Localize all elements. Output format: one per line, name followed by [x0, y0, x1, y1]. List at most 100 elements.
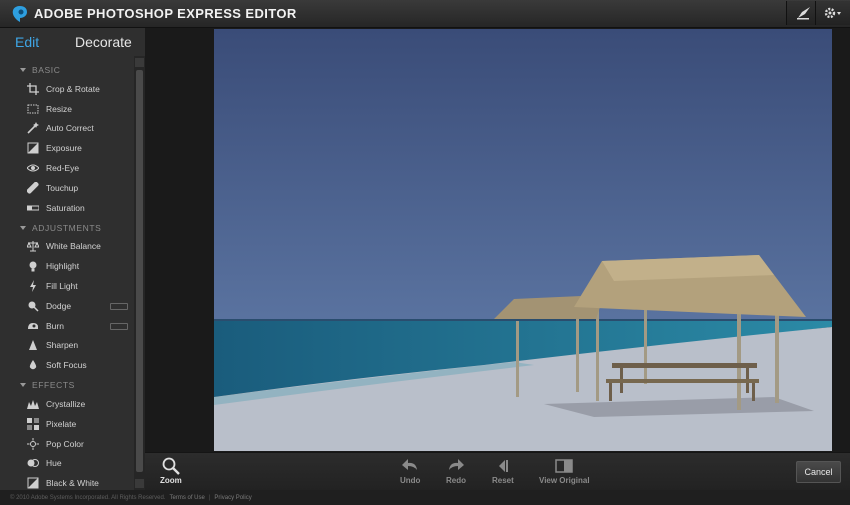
view-original-label: View Original: [539, 476, 590, 485]
tab-decorate[interactable]: Decorate: [75, 34, 132, 50]
tab-edit[interactable]: Edit: [15, 34, 39, 50]
saturation-icon: [27, 205, 39, 211]
tool-label: Dodge: [46, 300, 72, 311]
collapse-triangle-icon: [20, 68, 26, 72]
tool-menu: BASIC Crop & Rotate Resize Auto Correct …: [0, 60, 134, 493]
terms-link[interactable]: Terms of Use: [170, 495, 205, 501]
tool-burn[interactable]: Burn: [0, 316, 134, 336]
tool-dodge[interactable]: Dodge: [0, 296, 134, 316]
settings-button[interactable]: [815, 1, 850, 25]
tool-label: Auto Correct: [46, 123, 94, 134]
app-title: ADOBE PHOTOSHOP EXPRESS EDITOR: [34, 6, 297, 21]
tool-auto-correct[interactable]: Auto Correct: [0, 119, 134, 139]
tool-label: Red-Eye: [46, 163, 80, 174]
crystal-icon: [27, 400, 39, 410]
tool-fill-light[interactable]: Fill Light: [0, 276, 134, 296]
section-title: EFFECTS: [32, 380, 75, 391]
magnifier-icon: [162, 457, 180, 475]
hue-icon: [27, 459, 39, 468]
tool-label: Hue: [46, 458, 62, 469]
premium-badge: [110, 322, 128, 330]
compare-icon: [555, 459, 574, 473]
scroll-thumb[interactable]: [136, 70, 143, 472]
beach-photo[interactable]: [214, 29, 832, 451]
drop-icon: [29, 360, 37, 370]
section-adjustments[interactable]: ADJUSTMENTS: [0, 219, 134, 237]
reset-button[interactable]: Reset: [492, 456, 514, 485]
scroll-up-arrow-icon[interactable]: [135, 58, 144, 67]
tool-label: Soft Focus: [46, 360, 87, 371]
redo-label: Redo: [446, 476, 466, 485]
reset-icon: [498, 460, 508, 472]
tool-touchup[interactable]: Touchup: [0, 178, 134, 198]
section-effects[interactable]: EFFECTS: [0, 376, 134, 394]
scale-icon: [27, 241, 39, 252]
privacy-link[interactable]: Privacy Policy: [214, 495, 251, 501]
undo-arrow-icon: [402, 459, 418, 470]
gear-icon: [824, 7, 841, 19]
panel-scrollbar[interactable]: [134, 56, 145, 490]
title-bar: ADOBE PHOTOSHOP EXPRESS EDITOR: [0, 0, 850, 28]
tool-label: Crystallize: [46, 399, 86, 410]
collapse-triangle-icon: [20, 383, 26, 388]
scroll-down-arrow-icon[interactable]: [135, 479, 144, 488]
black-white-icon: [27, 477, 39, 489]
section-basic[interactable]: BASIC: [0, 61, 134, 79]
lightning-icon: [30, 280, 36, 293]
pixelate-icon: [27, 417, 39, 430]
tool-label: Fill Light: [46, 281, 78, 292]
crop-icon: [27, 82, 39, 95]
exposure-icon: [27, 142, 39, 154]
tool-label: Burn: [46, 320, 64, 331]
tool-exposure[interactable]: Exposure: [0, 138, 134, 158]
tool-pop-color[interactable]: Pop Color: [0, 434, 134, 454]
tool-label: Saturation: [46, 202, 85, 213]
pop-color-icon: [27, 437, 39, 450]
tool-white-balance[interactable]: White Balance: [0, 237, 134, 257]
eye-icon: [27, 164, 39, 172]
tool-label: Pop Color: [46, 438, 84, 449]
tool-sharpen[interactable]: Sharpen: [0, 336, 134, 356]
redo-arrow-icon: [449, 459, 464, 470]
bandage-icon: [27, 181, 39, 194]
dodge-icon: [28, 301, 39, 312]
footer-separator: |: [208, 494, 211, 501]
tool-saturation[interactable]: Saturation: [0, 198, 134, 218]
triangle-icon: [29, 340, 37, 351]
tool-crop-rotate[interactable]: Crop & Rotate: [0, 79, 134, 99]
tool-pixelate[interactable]: Pixelate: [0, 414, 134, 434]
tool-highlight[interactable]: Highlight: [0, 256, 134, 276]
tool-label: Exposure: [46, 143, 82, 154]
copyright-text: © 2010 Adobe Systems Incorporated. All R…: [10, 494, 166, 501]
brush-icon: [797, 7, 810, 20]
burn-icon: [28, 322, 38, 329]
tool-soft-focus[interactable]: Soft Focus: [0, 355, 134, 375]
undo-button[interactable]: Undo: [400, 456, 420, 485]
tool-label: Highlight: [46, 261, 80, 272]
tool-label: Sharpen: [46, 340, 79, 351]
footer: © 2010 Adobe Systems Incorporated. All R…: [0, 490, 850, 505]
tool-crystallize[interactable]: Crystallize: [0, 394, 134, 414]
tools-panel: Edit Decorate BASIC Crop & Rotate Resize…: [0, 28, 145, 490]
tool-label: Resize: [46, 103, 72, 114]
tool-label: White Balance: [46, 241, 101, 252]
tool-label: Touchup: [46, 182, 79, 193]
cancel-button[interactable]: Cancel: [796, 461, 841, 483]
zoom-button[interactable]: Zoom: [160, 456, 182, 485]
section-title: ADJUSTMENTS: [32, 222, 102, 233]
view-original-button[interactable]: View Original: [539, 456, 590, 485]
resize-icon: [27, 104, 39, 114]
tool-label: Crop & Rotate: [46, 83, 100, 94]
undo-label: Undo: [400, 476, 421, 485]
tool-hue[interactable]: Hue: [0, 454, 134, 474]
tool-red-eye[interactable]: Red-Eye: [0, 158, 134, 178]
image-canvas: [145, 28, 850, 452]
reset-label: Reset: [492, 476, 514, 485]
tool-label: Black & White: [46, 478, 99, 489]
redo-button[interactable]: Redo: [446, 456, 466, 485]
tool-label: Pixelate: [46, 418, 77, 429]
zoom-label: Zoom: [160, 476, 182, 485]
collapse-triangle-icon: [20, 225, 26, 230]
tool-resize[interactable]: Resize: [0, 99, 134, 119]
section-title: BASIC: [32, 65, 61, 75]
